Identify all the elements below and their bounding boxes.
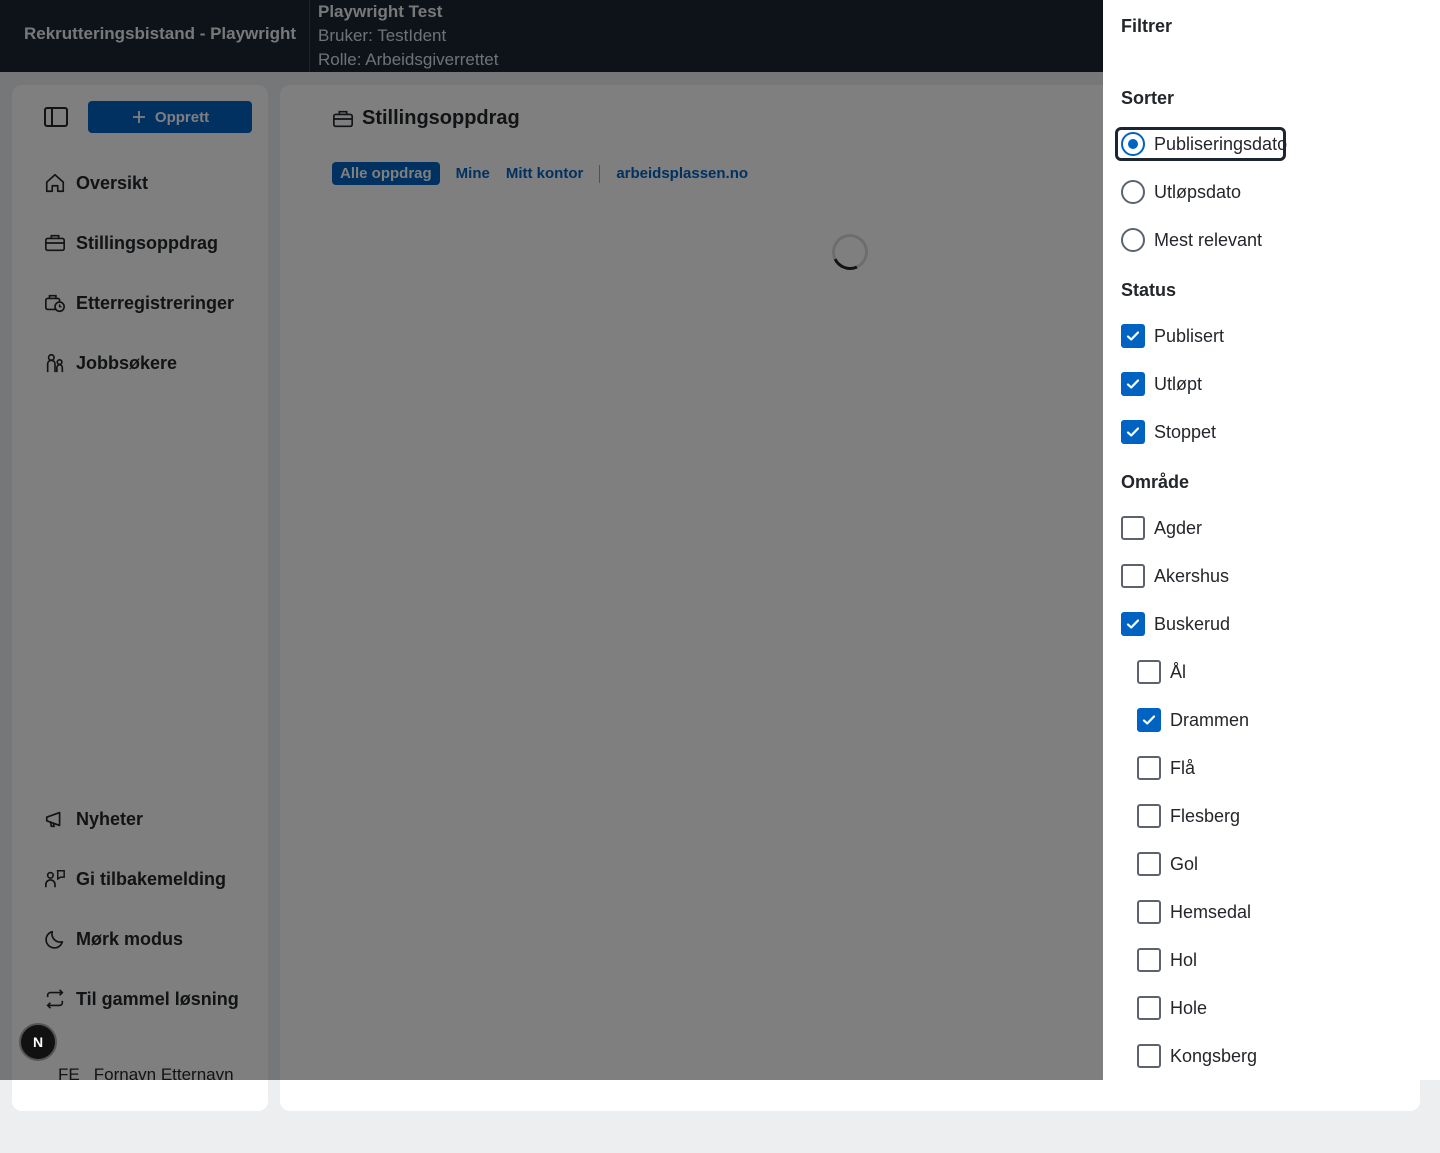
checkbox-box[interactable] — [1121, 324, 1145, 348]
option-label: Utløpsdato — [1154, 181, 1242, 202]
checkmark-icon — [1142, 715, 1156, 725]
sort-heading: Sorter — [1121, 88, 1175, 108]
option-label: Drammen — [1170, 709, 1250, 730]
checkbox-box[interactable] — [1137, 804, 1161, 828]
checkbox-box[interactable] — [1137, 852, 1161, 876]
checkbox-kongsberg[interactable]: Kongsberg — [1137, 1040, 1257, 1072]
checkbox-utløpt[interactable]: Utløpt — [1121, 368, 1202, 400]
checkbox-box[interactable] — [1121, 420, 1145, 444]
checkbox-box[interactable] — [1121, 372, 1145, 396]
radio-circle[interactable] — [1121, 180, 1145, 204]
option-label: Hemsedal — [1170, 901, 1252, 922]
option-label: Akershus — [1154, 565, 1230, 586]
checkbox-akershus[interactable]: Akershus — [1121, 560, 1229, 592]
checkbox-agder[interactable]: Agder — [1121, 512, 1202, 544]
next-dev-badge[interactable]: N — [19, 1023, 57, 1061]
checkmark-icon — [1126, 379, 1140, 389]
checkbox-gol[interactable]: Gol — [1137, 848, 1198, 880]
radio-mest-relevant[interactable]: Mest relevant — [1121, 224, 1262, 256]
checkbox-buskerud[interactable]: Buskerud — [1121, 608, 1230, 640]
checkbox-hol[interactable]: Hol — [1137, 944, 1197, 976]
checkbox-hole[interactable]: Hole — [1137, 992, 1207, 1024]
filter-title: Filtrer — [1121, 16, 1173, 36]
checkbox-box[interactable] — [1121, 564, 1145, 588]
checkbox-box[interactable] — [1121, 612, 1145, 636]
radio-circle[interactable] — [1121, 228, 1145, 252]
status-heading: Status — [1121, 280, 1177, 300]
option-label: Agder — [1154, 517, 1203, 538]
option-label: Hol — [1170, 949, 1198, 970]
option-label: Buskerud — [1154, 613, 1231, 634]
focus-ring — [1115, 127, 1286, 161]
filter-panel: Filtrer Sorter Status Område Publisering… — [1103, 0, 1440, 1080]
checkbox-flå[interactable]: Flå — [1137, 752, 1195, 784]
checkbox-drammen[interactable]: Drammen — [1137, 704, 1249, 736]
checkbox-box[interactable] — [1137, 996, 1161, 1020]
checkbox-flesberg[interactable]: Flesberg — [1137, 800, 1240, 832]
checkbox-box[interactable] — [1137, 948, 1161, 972]
radio-utløpsdato[interactable]: Utløpsdato — [1121, 176, 1241, 208]
option-label: Flå — [1170, 757, 1196, 778]
option-label: Mest relevant — [1154, 229, 1263, 250]
checkbox-box[interactable] — [1137, 1044, 1161, 1068]
checkmark-icon — [1126, 331, 1140, 341]
option-label: Hole — [1170, 997, 1208, 1018]
checkmark-icon — [1126, 619, 1140, 629]
checkbox-box[interactable] — [1137, 900, 1161, 924]
checkbox-stoppet[interactable]: Stoppet — [1121, 416, 1216, 448]
option-label: Publisert — [1154, 325, 1225, 346]
checkbox-hemsedal[interactable]: Hemsedal — [1137, 896, 1251, 928]
checkbox-box[interactable] — [1137, 708, 1161, 732]
option-label: Gol — [1170, 853, 1199, 874]
option-label: Stoppet — [1154, 421, 1217, 442]
area-heading: Område — [1121, 472, 1190, 492]
checkbox-ål[interactable]: Ål — [1137, 656, 1186, 688]
checkbox-publisert[interactable]: Publisert — [1121, 320, 1224, 352]
badge-letter: N — [32, 1034, 44, 1050]
checkbox-box[interactable] — [1137, 756, 1161, 780]
checkmark-icon — [1126, 427, 1140, 437]
checkbox-box[interactable] — [1121, 516, 1145, 540]
option-label: Ål — [1170, 661, 1187, 682]
checkbox-box[interactable] — [1137, 660, 1161, 684]
option-label: Utløpt — [1154, 373, 1203, 394]
option-label: Flesberg — [1170, 805, 1241, 826]
option-label: Kongsberg — [1170, 1045, 1258, 1066]
